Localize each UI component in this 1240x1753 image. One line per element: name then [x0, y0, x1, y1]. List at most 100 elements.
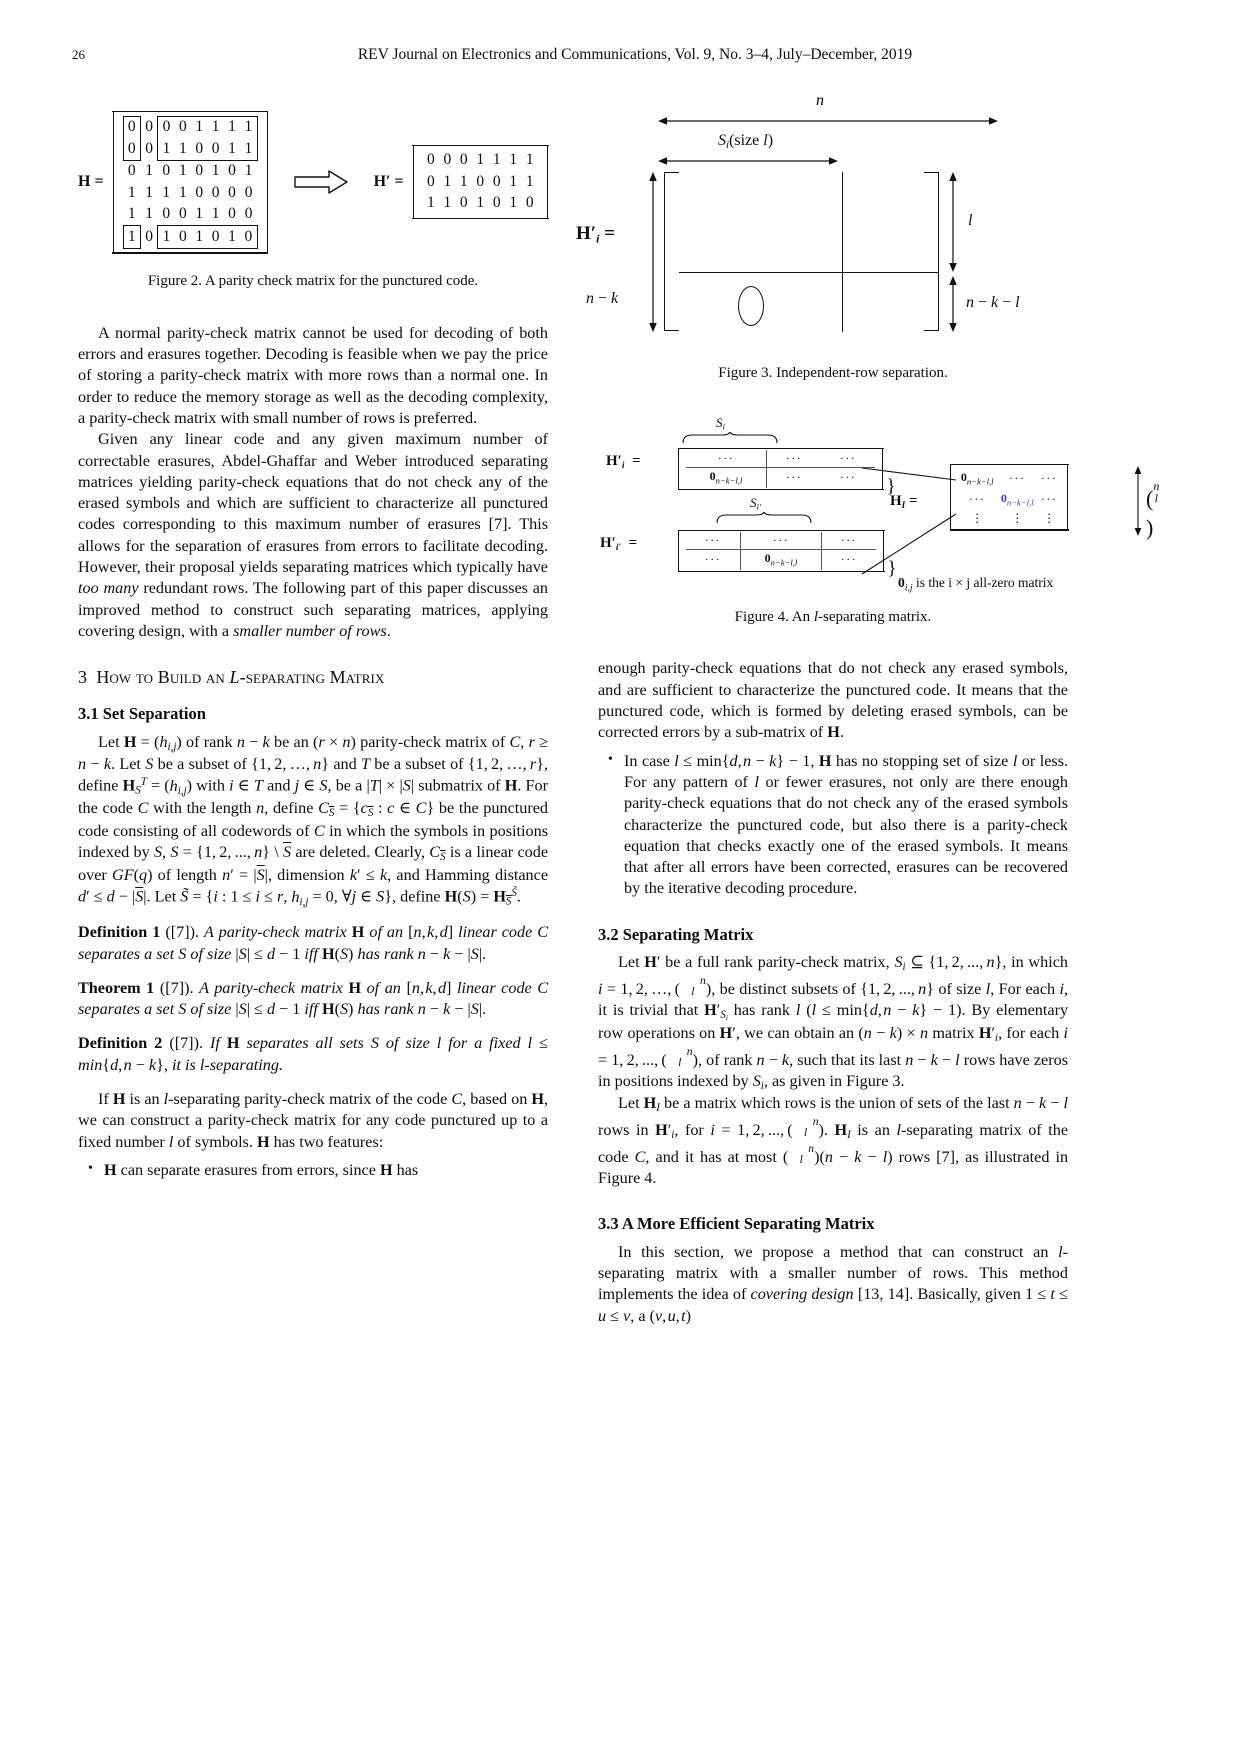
matrix-cell: 1	[240, 115, 258, 138]
matrix-cell: 0	[174, 115, 192, 138]
figure3-right-bracket	[924, 172, 939, 331]
matrix-cell: 0	[145, 139, 153, 157]
matrix-cell: 0	[228, 162, 236, 180]
paragraph-intro-1: A normal parity-check matrix cannot be u…	[78, 323, 548, 427]
figure4-Hip-label: H′i′ =	[600, 534, 638, 553]
paragraph-intro-2: Given any linear code and any given maxi…	[78, 430, 549, 640]
paragraph-two-features: If H is an l-separating parity-check mat…	[78, 1090, 549, 1151]
figure4-cell: ···	[686, 449, 767, 469]
paragraph-separating-matrix: Let H′ be a full rank parity-check matri…	[598, 953, 1069, 1092]
figure3-inner-dim-label: Si(size l)	[718, 132, 774, 152]
definition-2-label: Definition 2	[78, 1034, 163, 1053]
subsection-heading-3-3: 3.3 A More Efficient Separating Matrix	[598, 1214, 875, 1234]
figure-2: H = 000011110011001101010101111100001100…	[78, 92, 549, 272]
matrix-cell: 1	[127, 205, 136, 223]
matrix-cell: 1	[525, 172, 534, 190]
matrix-cell: 1	[207, 115, 224, 138]
figure4-cell: ···	[1009, 470, 1026, 485]
matrix-cell: 0	[207, 138, 224, 161]
figure4-cell: ···	[1040, 492, 1058, 507]
figure3-matrix-label: H′i =	[576, 223, 615, 246]
matrix-cell: 0	[145, 227, 153, 245]
list-item: H can separate erasures from errors, sin…	[88, 1160, 548, 1181]
figure2-H-label: H =	[78, 173, 104, 191]
left-column: H = 000011110011001101010101111100001100…	[78, 92, 549, 1181]
matrix-cell: 0	[228, 205, 236, 223]
matrix-cell: 1	[191, 115, 208, 138]
subsection-heading-3-1: 3.1 Set Separation	[78, 703, 206, 723]
definition-2: Definition 2 ([7]). If H separates all s…	[78, 1034, 548, 1074]
figure3-vertical-divider	[842, 172, 844, 332]
figure4-si-label: Si	[716, 414, 725, 432]
figure3-l-arrow-icon	[949, 172, 957, 272]
emph-too-many: too many	[78, 579, 139, 598]
double-right-arrow-icon	[293, 169, 349, 195]
matrix-cell: 1	[179, 162, 187, 180]
matrix-cell: 0	[244, 183, 253, 201]
matrix-cell: 1	[240, 138, 258, 161]
figure4-cell: ···	[686, 531, 741, 551]
matrix-cell: 0	[426, 151, 435, 169]
matrix-cell: 0	[426, 172, 435, 190]
matrix-row: 11110000	[123, 182, 257, 204]
figure2-H-matrix: 0000111100110011010101011111000011001100…	[111, 110, 269, 254]
matrix-cell: 0	[195, 183, 204, 201]
figure4-sip-label: Si′	[750, 494, 761, 512]
matrix-cell: 0	[492, 194, 501, 212]
figure4-zero-block: 0n−k−l,l	[709, 469, 743, 486]
definition-1: Definition 1 ([7]). A parity-check matri…	[78, 923, 549, 963]
matrix-row: 00001111	[122, 115, 258, 138]
journal-title: REV Journal on Electronics and Communica…	[357, 46, 913, 63]
figure3-si-arrow-icon	[658, 157, 838, 165]
figure4-cell: ···	[766, 449, 821, 469]
figure-3-caption: Figure 3. Independent-row separation.	[718, 365, 948, 381]
matrix-cell: 1	[211, 162, 220, 180]
matrix-cell: 1	[476, 151, 485, 169]
matrix-cell: 1	[191, 225, 208, 249]
matrix-cell: 1	[157, 225, 175, 249]
matrix-cell: 1	[244, 162, 253, 180]
matrix-cell: 0	[240, 225, 258, 249]
theorem-1-label: Theorem 1	[78, 978, 155, 997]
figure4-cell: ···	[740, 531, 822, 551]
matrix-cell: 1	[476, 194, 485, 212]
matrix-cell: 0	[145, 117, 153, 135]
matrix-cell: 1	[145, 183, 153, 201]
figure4-HI-label: HI =	[890, 492, 918, 511]
paper-page: 26 REV Journal on Electronics and Commun…	[0, 0, 1240, 1753]
matrix-cell: 1	[223, 115, 241, 138]
matrix-cell: 1	[145, 205, 153, 223]
matrix-cell: 0	[228, 183, 236, 201]
matrix-cell: 0	[244, 205, 253, 223]
figure3-left-dim-label: n − k	[586, 290, 619, 307]
figure4-binomial-label: (n l)	[1146, 478, 1160, 540]
matrix-row: 01010101	[123, 160, 257, 182]
matrix-cell: 0	[459, 151, 468, 169]
figure4-zero-block: 0n−k−l,l	[960, 469, 994, 487]
matrix-cell: 0	[162, 205, 171, 223]
matrix-cell: 1	[223, 138, 241, 161]
figure4-Hi-label: H′i =	[606, 452, 641, 471]
matrix-cell: 1	[211, 205, 220, 223]
figure4-brace-sip-icon	[716, 511, 812, 523]
matrix-cell: 1	[127, 183, 136, 201]
figure4-zero-block-blue: 0n−k−l,l	[1000, 491, 1034, 508]
figure4-binom-arrow-icon	[1134, 465, 1142, 536]
figure4-vdots: ⋮	[1043, 511, 1056, 526]
matrix-cell: 1	[509, 172, 518, 190]
matrix-cell: 0	[162, 162, 171, 180]
emph-covering-design: covering design	[750, 1285, 854, 1304]
matrix-row: 11001100	[123, 204, 257, 226]
matrix-cell: 0	[174, 225, 192, 249]
matrix-cell: 1	[174, 138, 192, 161]
matrix-cell: 0	[195, 162, 204, 180]
paragraph-HI-definition: Let HI be a matrix which rows is the uni…	[598, 1094, 1069, 1187]
section-number: 3	[78, 667, 88, 688]
matrix-cell: 1	[157, 138, 175, 161]
matrix-cell: 0	[525, 194, 534, 212]
matrix-cell: 1	[459, 172, 468, 190]
figure3-nkl-arrow-icon	[949, 276, 957, 332]
figure3-top-dim-label: n	[816, 92, 824, 109]
running-head: 26 REV Journal on Electronics and Commun…	[72, 44, 1168, 66]
matrix-cell: 0	[443, 151, 452, 169]
